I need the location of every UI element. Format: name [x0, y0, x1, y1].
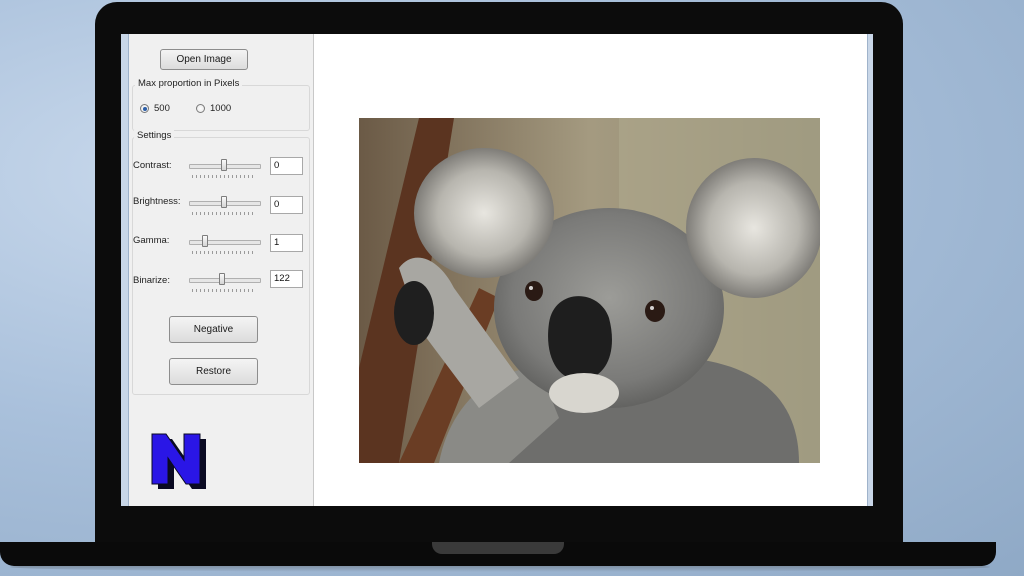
brightness-slider[interactable]	[189, 195, 261, 217]
laptop-notch	[432, 542, 564, 554]
binarize-label: Binarize:	[133, 275, 170, 286]
binarize-slider-ticks	[192, 289, 256, 292]
contrast-slider[interactable]	[189, 158, 261, 180]
settings-title: Settings	[134, 130, 175, 141]
open-image-button[interactable]: Open Image	[160, 49, 248, 70]
contrast-slider-ticks	[192, 175, 256, 178]
contrast-slider-thumb[interactable]	[221, 159, 227, 171]
window-border-right	[867, 34, 873, 506]
radio-500-indicator[interactable]	[140, 104, 149, 113]
brightness-label: Brightness:	[133, 196, 181, 207]
negative-button[interactable]: Negative	[169, 316, 258, 343]
app-logo-n	[151, 433, 206, 489]
max-proportion-title: Max proportion in Pixels	[135, 78, 243, 89]
radio-1000-label: 1000	[210, 103, 232, 114]
gamma-slider-ticks	[192, 251, 256, 254]
radio-500[interactable]: 500	[140, 103, 170, 114]
binarize-slider[interactable]	[189, 272, 261, 294]
contrast-label: Contrast:	[133, 160, 172, 171]
brightness-input[interactable]: 0	[270, 196, 303, 214]
brightness-slider-ticks	[192, 212, 256, 215]
restore-button[interactable]: Restore	[169, 358, 258, 385]
binarize-slider-track	[189, 278, 261, 283]
gamma-input[interactable]: 1	[270, 234, 303, 252]
window-border-left	[121, 34, 129, 506]
gamma-label: Gamma:	[133, 235, 170, 246]
gamma-slider[interactable]	[189, 234, 261, 256]
radio-500-label: 500	[154, 103, 170, 114]
brightness-slider-thumb[interactable]	[221, 196, 227, 208]
binarize-slider-thumb[interactable]	[219, 273, 225, 285]
radio-1000-indicator[interactable]	[196, 104, 205, 113]
app-window: Open Image Max proportion in Pixels 500 …	[121, 34, 873, 506]
gamma-slider-track	[189, 240, 261, 245]
gamma-slider-thumb[interactable]	[202, 235, 208, 247]
control-panel: Open Image Max proportion in Pixels 500 …	[129, 34, 314, 506]
contrast-input[interactable]: 0	[270, 157, 303, 175]
koala-photo	[359, 118, 820, 463]
radio-1000[interactable]: 1000	[196, 103, 231, 114]
binarize-input[interactable]: 122	[270, 270, 303, 288]
